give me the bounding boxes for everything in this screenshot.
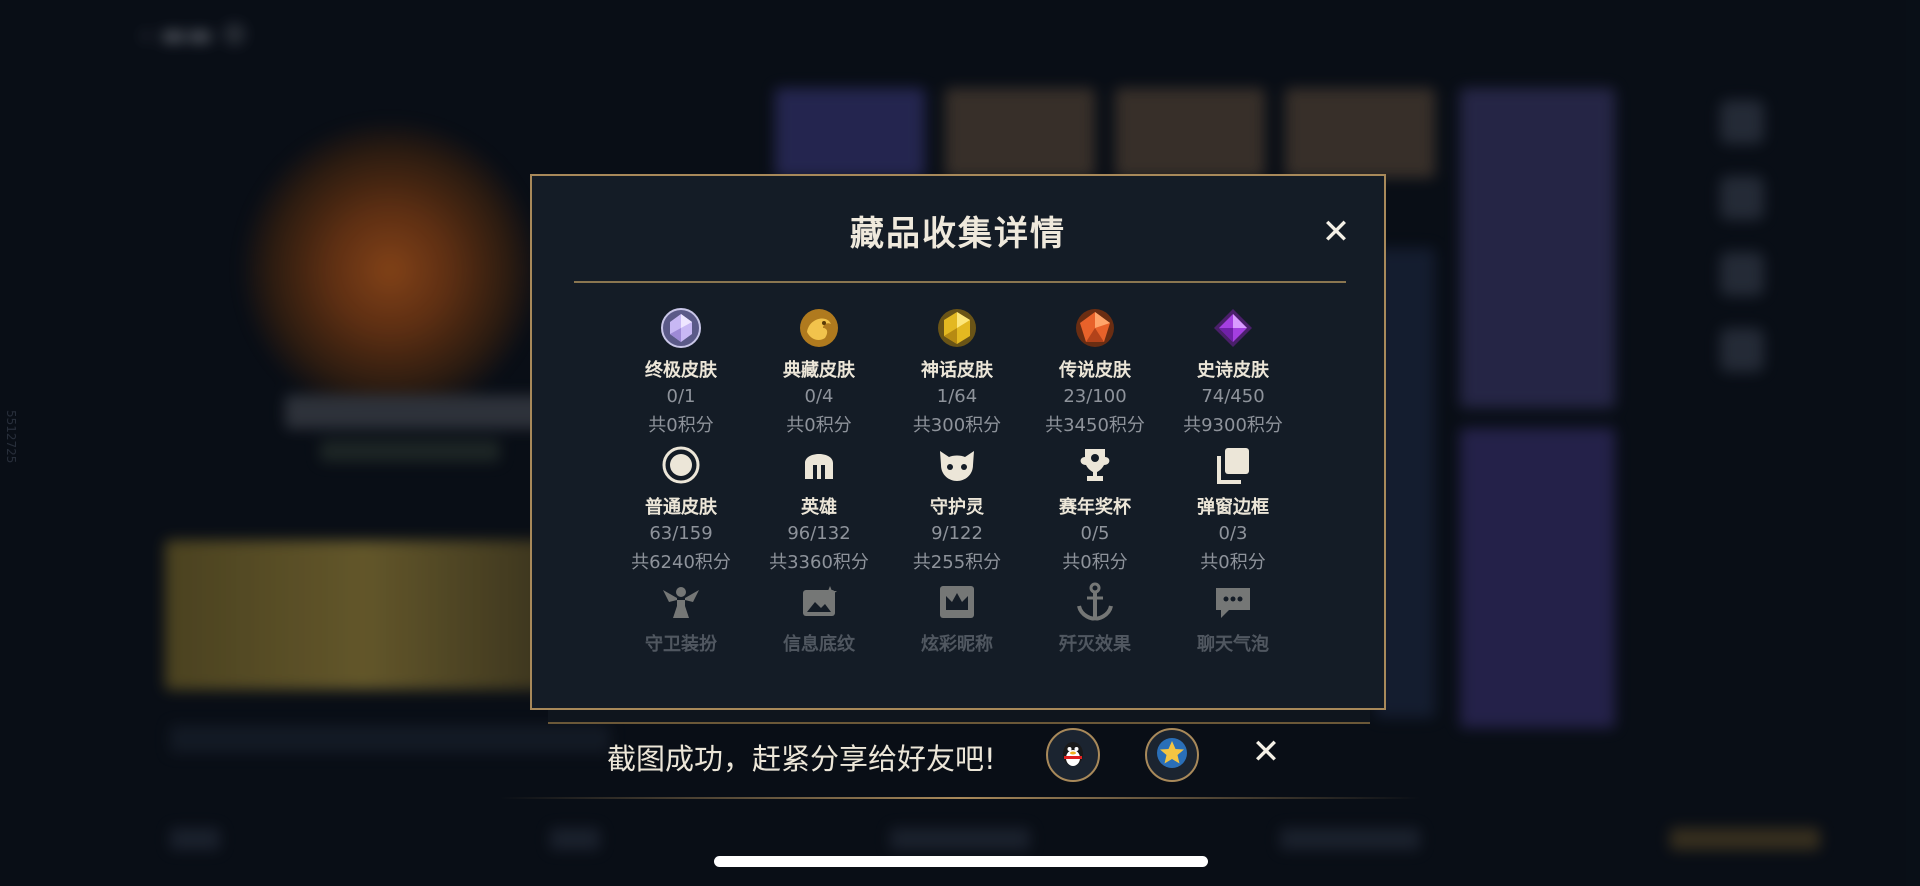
item-label: 信息底纹: [783, 634, 855, 655]
item-count: 0/5: [1080, 523, 1110, 544]
collection-item-popup-frame[interactable]: 弹窗边框 0/3 共0积分: [1164, 443, 1302, 580]
collection-item-hero[interactable]: 英雄 96/132 共3360积分: [750, 443, 888, 580]
item-points: 共9300积分: [1183, 415, 1283, 436]
item-label: 聊天气泡: [1197, 634, 1269, 655]
item-points: 共0积分: [1062, 552, 1128, 573]
item-count: 96/132: [787, 523, 851, 544]
pet-face-icon: [935, 443, 979, 487]
item-count: 9/122: [931, 523, 983, 544]
orange-gem-icon: [1073, 306, 1117, 350]
item-points: 共0积分: [786, 415, 852, 436]
item-count: 23/100: [1063, 386, 1127, 407]
ultimate-gem-icon: [659, 306, 703, 350]
collection-item-normal-skin[interactable]: 普通皮肤 63/159 共6240积分: [612, 443, 750, 580]
collection-item-mythic[interactable]: 神话皮肤 1/64 共300积分: [888, 306, 1026, 443]
item-points: 共300积分: [912, 415, 1002, 436]
item-label: 普通皮肤: [645, 497, 717, 518]
item-label: 守卫装扮: [645, 634, 717, 655]
collection-row: 守卫装扮 信息底纹 炫彩昵称 歼灭效果 聊天气泡: [612, 580, 1302, 717]
info-card-icon: [797, 580, 841, 624]
share-bar: 截图成功，赶紧分享给好友吧! ✕: [500, 718, 1420, 798]
collection-item-info-card[interactable]: 信息底纹: [750, 580, 888, 717]
close-button[interactable]: ✕: [1318, 214, 1354, 250]
item-count: 0/4: [804, 386, 834, 407]
item-count: 0/3: [1218, 523, 1248, 544]
collection-item-epic[interactable]: 史诗皮肤 74/450 共9300积分: [1164, 306, 1302, 443]
item-label: 终极皮肤: [645, 360, 717, 381]
item-label: 歼灭效果: [1059, 634, 1131, 655]
purple-gem-icon: [1211, 306, 1255, 350]
collection-item-guardian[interactable]: 守护灵 9/122 共255积分: [888, 443, 1026, 580]
close-icon: ✕: [1321, 212, 1351, 252]
close-icon: ✕: [1251, 732, 1281, 772]
item-count: 74/450: [1201, 386, 1265, 407]
share-close-button[interactable]: ✕: [1246, 732, 1286, 772]
item-points: 共3450积分: [1045, 415, 1145, 436]
ring-icon: [659, 443, 703, 487]
item-points: 共0积分: [648, 415, 714, 436]
share-favorite-button[interactable]: [1145, 728, 1199, 782]
dragon-emblem-icon: [797, 306, 841, 350]
item-label: 赛年奖杯: [1059, 497, 1131, 518]
item-label: 传说皮肤: [1059, 360, 1131, 381]
item-label: 守护灵: [930, 497, 984, 518]
share-qq-button[interactable]: [1046, 728, 1100, 782]
crown-nameplate-icon: [935, 580, 979, 624]
collection-details-modal: 藏品收集详情 ✕ 终极皮肤 0/1 共0积分 典藏皮肤 0/4 共0积分 神话皮…: [530, 174, 1386, 710]
item-label: 史诗皮肤: [1197, 360, 1269, 381]
item-label: 神话皮肤: [921, 360, 993, 381]
helmet-icon: [797, 443, 841, 487]
frames-icon: [1211, 443, 1255, 487]
collection-item-legendary[interactable]: 传说皮肤 23/100 共3450积分: [1026, 306, 1164, 443]
collection-item-kill-effect[interactable]: 歼灭效果: [1026, 580, 1164, 717]
item-label: 弹窗边框: [1197, 497, 1269, 518]
item-points: 共6240积分: [631, 552, 731, 573]
title-divider: [574, 281, 1346, 283]
star-badge-icon: [1155, 736, 1189, 774]
collection-item-color-nickname[interactable]: 炫彩昵称: [888, 580, 1026, 717]
gold-gem-icon: [935, 306, 979, 350]
guard-costume-icon: [659, 580, 703, 624]
item-label: 炫彩昵称: [921, 634, 993, 655]
collection-row: 终极皮肤 0/1 共0积分 典藏皮肤 0/4 共0积分 神话皮肤 1/64 共3…: [612, 306, 1302, 443]
item-label: 英雄: [801, 497, 837, 518]
collection-item-chat-bubble[interactable]: 聊天气泡: [1164, 580, 1302, 717]
item-label: 典藏皮肤: [783, 360, 855, 381]
collection-item-guard-costume[interactable]: 守卫装扮: [612, 580, 750, 717]
item-points: 共255积分: [912, 552, 1002, 573]
qq-penguin-icon: [1056, 736, 1090, 774]
collection-item-season-trophy[interactable]: 赛年奖杯 0/5 共0积分: [1026, 443, 1164, 580]
anchor-icon: [1073, 580, 1117, 624]
collection-row: 普通皮肤 63/159 共6240积分 英雄 96/132 共3360积分 守护…: [612, 443, 1302, 580]
share-message: 截图成功，赶紧分享给好友吧!: [607, 742, 996, 776]
item-count: 63/159: [649, 523, 713, 544]
chat-bubble-icon: [1211, 580, 1255, 624]
item-points: 共3360积分: [769, 552, 869, 573]
collection-item-ultimate[interactable]: 终极皮肤 0/1 共0积分: [612, 306, 750, 443]
item-count: 1/64: [936, 386, 978, 407]
trophy-icon: [1073, 443, 1117, 487]
item-points: 共0积分: [1200, 552, 1266, 573]
item-count: 0/1: [666, 386, 696, 407]
share-bar-underline: [500, 797, 1420, 799]
modal-title: 藏品收集详情: [850, 214, 1066, 254]
collection-item-treasured[interactable]: 典藏皮肤 0/4 共0积分: [750, 306, 888, 443]
collection-grid: 终极皮肤 0/1 共0积分 典藏皮肤 0/4 共0积分 神话皮肤 1/64 共3…: [612, 306, 1302, 717]
home-indicator[interactable]: [714, 856, 1208, 867]
